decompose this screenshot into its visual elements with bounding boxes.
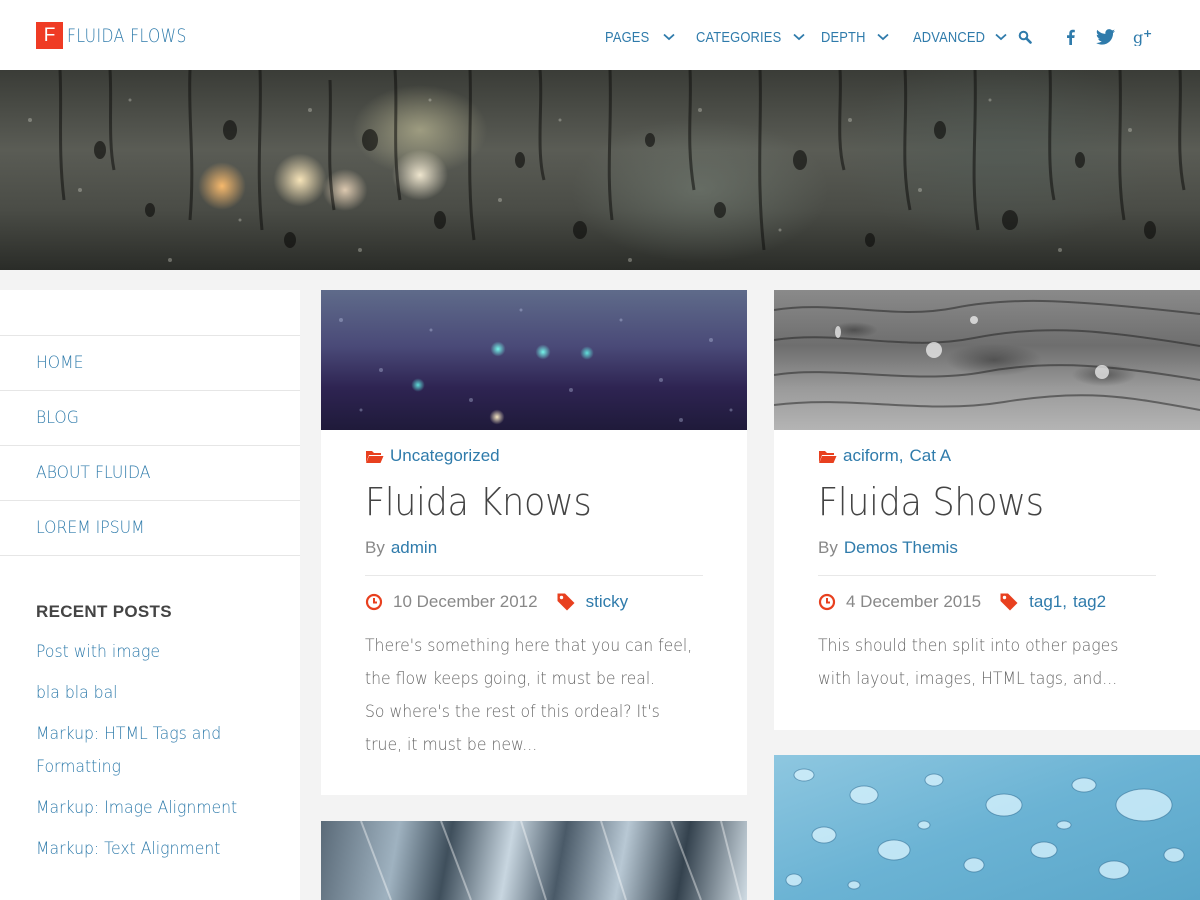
folder-icon xyxy=(366,450,384,463)
chevron-down-icon xyxy=(995,33,1007,41)
rain-drops-illustration xyxy=(339,308,733,422)
post-byline: By admin xyxy=(365,538,437,558)
post-thumbnail[interactable] xyxy=(774,755,1200,900)
recent-post-link[interactable]: Post with image xyxy=(36,636,276,669)
post-thumbnail[interactable] xyxy=(321,821,747,900)
sidebar-item-blog[interactable]: BLOG xyxy=(0,391,300,446)
nav-label: ADVANCED xyxy=(913,28,986,46)
post-date: 4 December 2015 xyxy=(846,592,982,611)
post-title[interactable]: Fluida Knows xyxy=(365,480,611,524)
excerpt-line: with layout, images, HTML tags, and... xyxy=(818,669,1118,689)
post-title-text: Fluida Shows xyxy=(818,480,1044,524)
byline-prefix: By xyxy=(365,538,385,557)
post-categories: Uncategorized xyxy=(365,446,500,466)
site-title: FLUIDA FLOWS xyxy=(67,24,187,47)
chevron-down-icon xyxy=(662,33,675,41)
post-meta: 4 December 2015 tag1, tag2 xyxy=(818,592,1106,612)
author-link[interactable]: admin xyxy=(391,538,437,557)
nav-item-depth[interactable]: DEPTH xyxy=(821,22,889,52)
byline-prefix: By xyxy=(818,538,838,557)
author-link[interactable]: Demos Themis xyxy=(844,538,958,557)
post-card xyxy=(321,821,747,900)
excerpt-line: There's something here that you can feel… xyxy=(365,636,693,656)
nav-label: PAGES xyxy=(605,28,650,46)
water-drops-illustration xyxy=(785,768,1185,890)
recent-post-label: bla bla bal xyxy=(36,683,118,703)
clock-icon xyxy=(818,593,836,611)
chevron-down-icon xyxy=(793,33,805,41)
chevron-down-icon xyxy=(877,33,889,41)
logo-mark: F xyxy=(36,22,63,49)
tag-icon xyxy=(1000,593,1018,611)
post-title[interactable]: Fluida Shows xyxy=(818,480,1063,524)
sidebar: HOME BLOG ABOUT FLUIDA LOREM IPSUM RECEN… xyxy=(0,290,300,900)
nav-item-categories[interactable]: CATEGORIES xyxy=(696,22,805,52)
meta-divider xyxy=(818,575,1156,576)
excerpt-line: So where's the rest of this ordeal? It's xyxy=(365,702,660,722)
nav-item-advanced[interactable]: ADVANCED xyxy=(913,22,1007,52)
excerpt-line: true, it must be new... xyxy=(365,735,538,755)
twitter-icon[interactable] xyxy=(1094,26,1116,48)
recent-post-link[interactable]: Markup: HTML Tags and Formatting xyxy=(36,718,276,784)
sidebar-item-label: BLOG xyxy=(36,408,79,428)
tag-icon xyxy=(557,593,575,611)
hero-image xyxy=(0,70,1200,270)
recent-post-link[interactable]: Markup: Text Alignment xyxy=(36,833,276,866)
nav-item-pages[interactable]: PAGES xyxy=(605,22,675,52)
recent-posts-list: Post with image bla bla bal Markup: HTML… xyxy=(0,636,300,866)
recent-posts-title: RECENT POSTS xyxy=(36,602,172,621)
recent-post-link[interactable]: Markup: Image Alignment xyxy=(36,792,276,825)
clock-icon xyxy=(365,593,383,611)
post-excerpt: There's something here that you can feel… xyxy=(365,630,715,762)
recent-post-link[interactable]: bla bla bal xyxy=(36,677,276,710)
google-plus-icon[interactable]: g + xyxy=(1133,26,1155,48)
sidebar-item-home[interactable]: HOME xyxy=(0,336,300,391)
sidebar-item-label: HOME xyxy=(36,353,84,373)
nav-label: DEPTH xyxy=(821,28,866,46)
folder-icon xyxy=(819,450,837,463)
sidebar-item-lorem-ipsum[interactable]: LOREM IPSUM xyxy=(0,501,300,556)
category-link[interactable]: Cat A xyxy=(909,446,951,466)
category-link[interactable]: aciform xyxy=(843,446,899,466)
svg-text:g: g xyxy=(1133,28,1143,46)
post-meta: 10 December 2012 sticky xyxy=(365,592,628,612)
post-thumbnail[interactable] xyxy=(774,290,1200,430)
sidebar-item-about-fluida[interactable]: ABOUT FLUIDA xyxy=(0,446,300,501)
post-date: 10 December 2012 xyxy=(393,592,538,611)
search-icon[interactable] xyxy=(1016,26,1034,48)
sidebar-item-label: LOREM IPSUM xyxy=(36,518,145,538)
post-title-text: Fluida Knows xyxy=(365,480,592,524)
excerpt-line: the flow keeps going, it must be real. xyxy=(365,669,656,689)
rain-ripples-illustration xyxy=(774,299,1200,411)
category-link[interactable]: Uncategorized xyxy=(390,446,500,466)
site-header: F FLUIDA FLOWS PAGES CATEGORIES DEPTH AD… xyxy=(0,0,1200,70)
tag-link[interactable]: tag1 xyxy=(1029,592,1062,612)
rain-drops-illustration xyxy=(28,70,1186,262)
post-thumbnail[interactable] xyxy=(321,290,747,430)
recent-post-label: Markup: HTML Tags and Formatting xyxy=(36,724,222,777)
site-logo[interactable]: F FLUIDA FLOWS xyxy=(36,22,213,49)
facebook-icon[interactable] xyxy=(1062,26,1078,48)
sidebar-item-label: ABOUT FLUIDA xyxy=(36,463,151,483)
recent-post-label: Markup: Image Alignment xyxy=(36,798,238,818)
post-excerpt: This should then split into other pages … xyxy=(818,630,1168,696)
svg-text:+: + xyxy=(1143,28,1152,40)
post-categories: aciform, Cat A xyxy=(818,446,951,466)
meta-divider xyxy=(365,575,703,576)
post-card: aciform, Cat A Fluida Shows By Demos Themi… xyxy=(774,290,1200,730)
nav-label: CATEGORIES xyxy=(696,28,782,46)
category-separator: , xyxy=(898,446,904,465)
tag-link[interactable]: tag2 xyxy=(1073,592,1106,612)
excerpt-line: This should then split into other pages xyxy=(818,636,1119,656)
recent-post-label: Post with image xyxy=(36,642,161,662)
waterfall-illustration xyxy=(360,821,742,900)
post-byline: By Demos Themis xyxy=(818,538,958,558)
post-card: Uncategorized Fluida Knows By admin 10 De… xyxy=(321,290,747,795)
recent-post-label: Markup: Text Alignment xyxy=(36,839,221,859)
tag-link[interactable]: sticky xyxy=(586,592,629,612)
post-card xyxy=(774,755,1200,900)
tag-separator: , xyxy=(1062,592,1067,611)
sidebar-top-spacer xyxy=(0,290,300,336)
